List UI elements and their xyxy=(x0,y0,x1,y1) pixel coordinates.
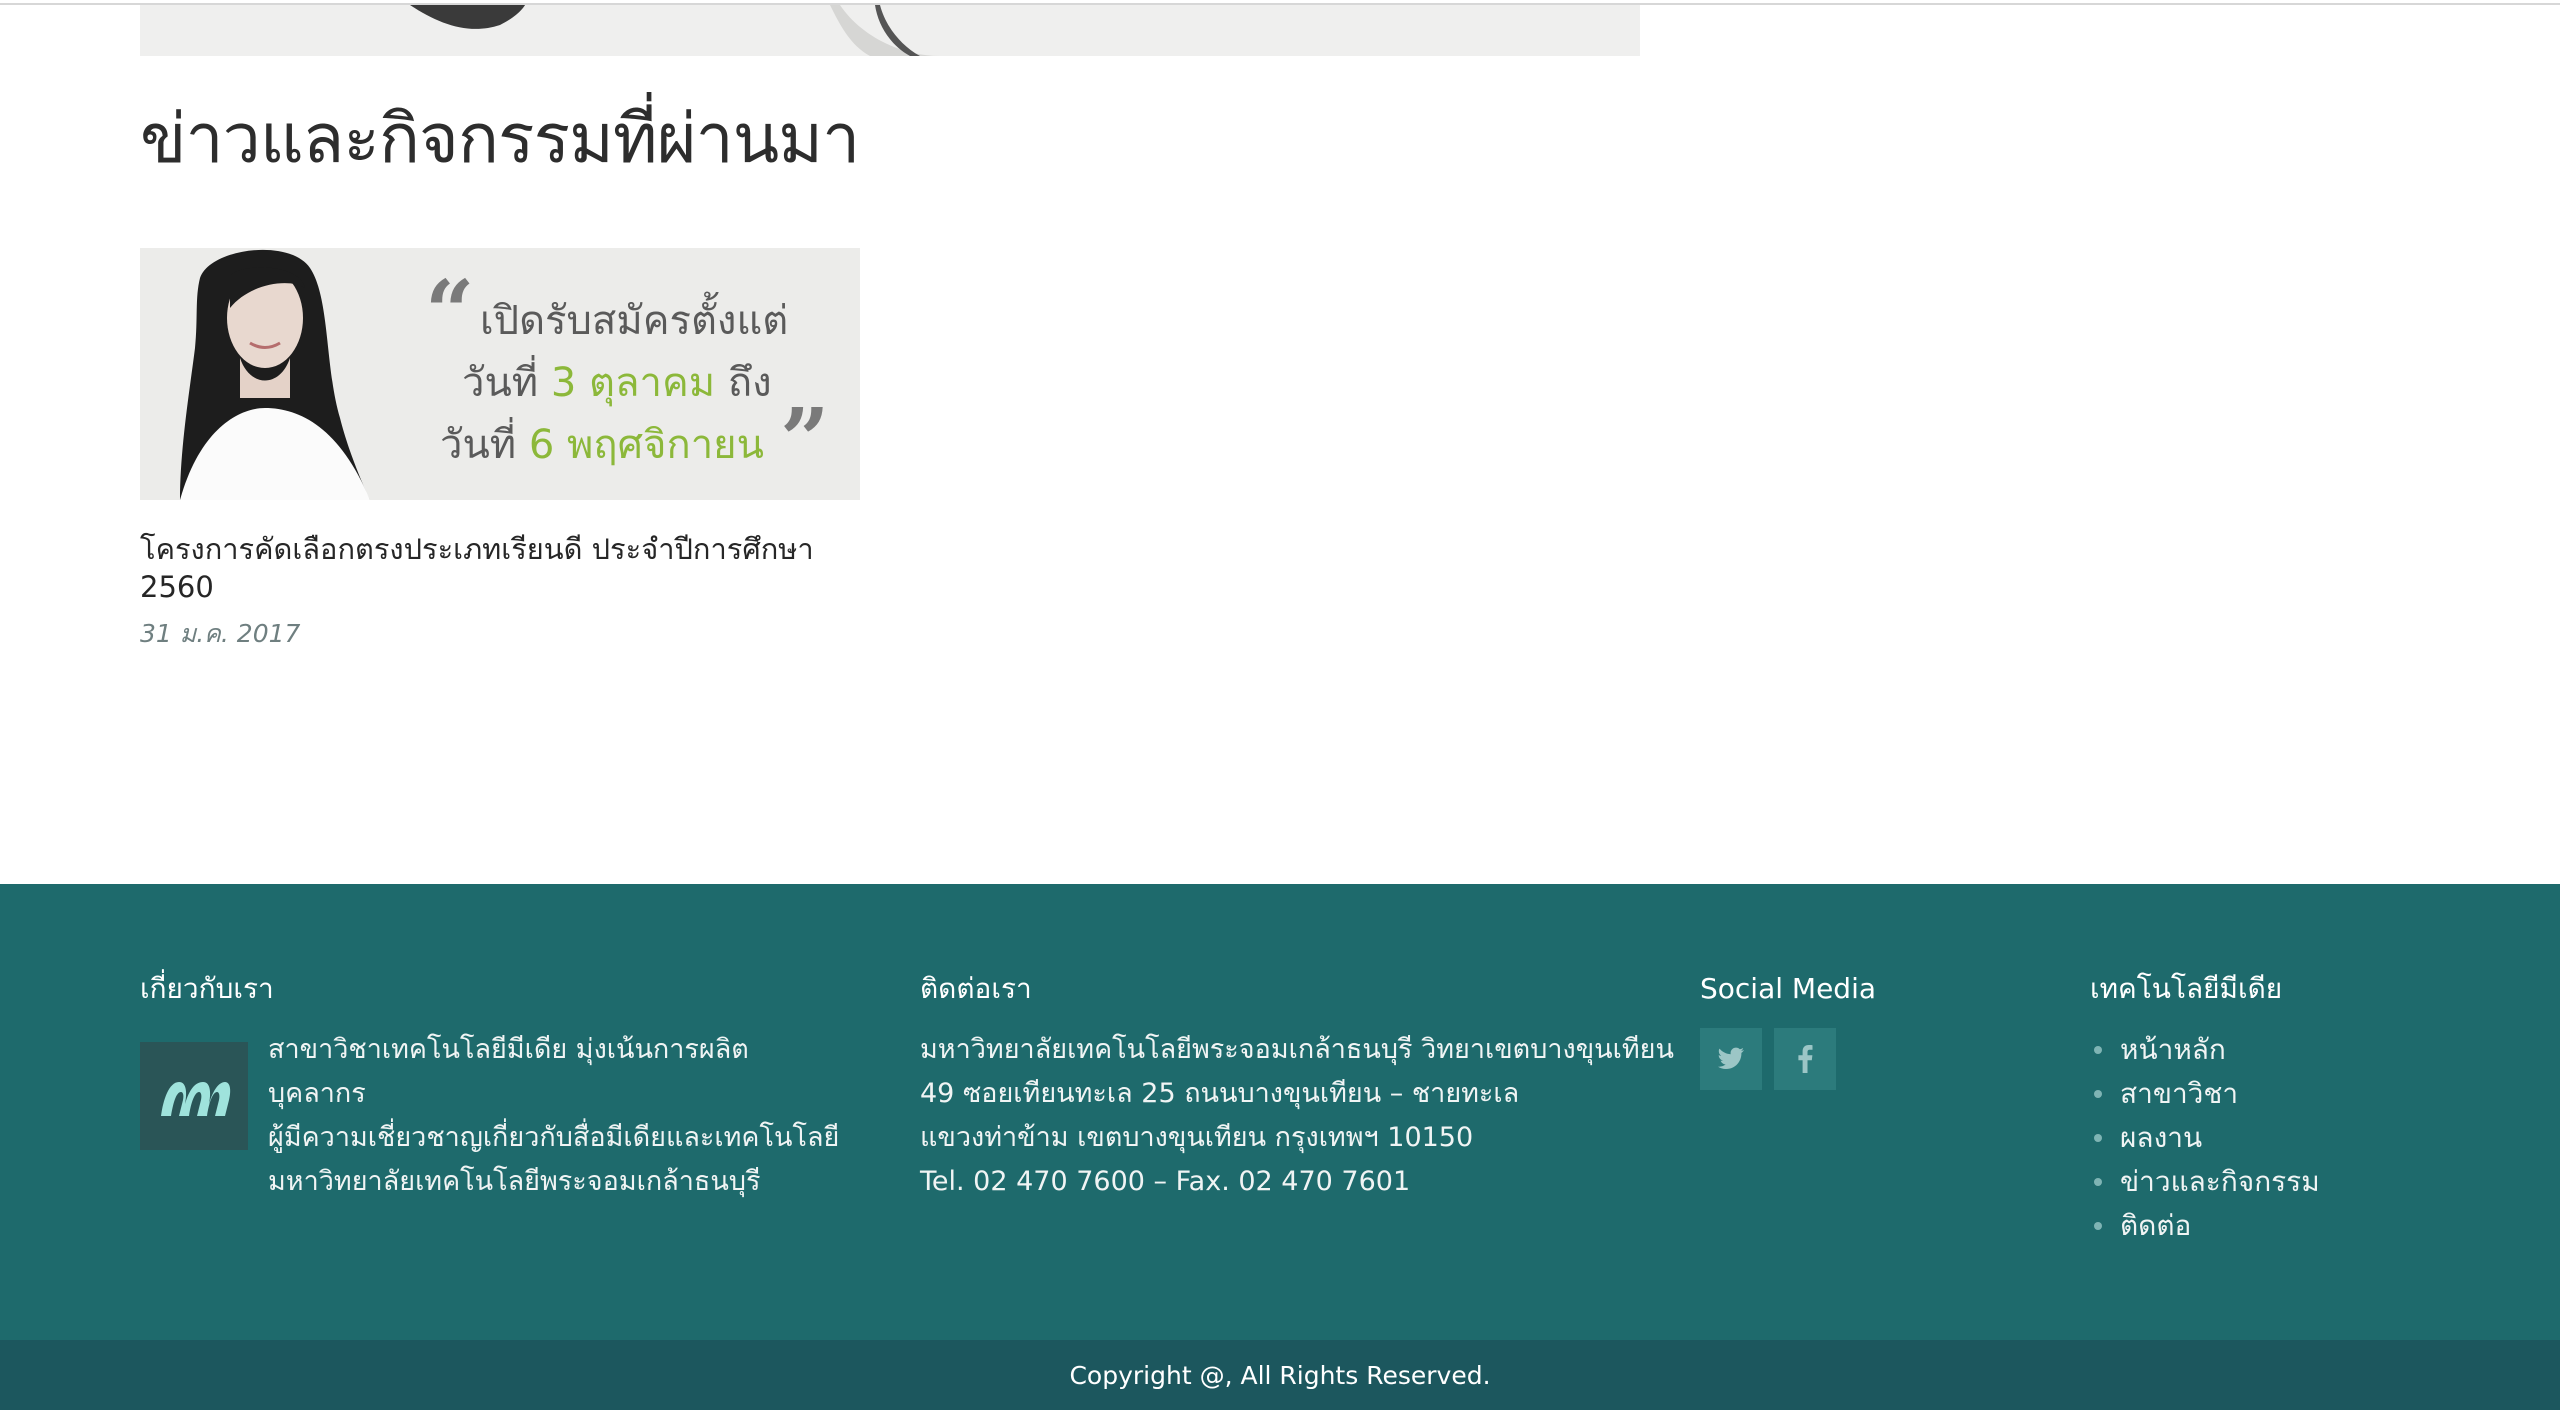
footer-link-programs[interactable]: สาขาวิชา xyxy=(2090,1072,2490,1116)
copyright-text: Copyright @, All Rights Reserved. xyxy=(1069,1360,1491,1390)
footer-link-works[interactable]: ผลงาน xyxy=(2090,1116,2490,1160)
facebook-button[interactable] xyxy=(1774,1028,1836,1090)
quote-open-icon: “ xyxy=(425,262,475,363)
student-photo xyxy=(140,248,440,500)
footer-links-heading: เทคโนโลยีมีเดีย xyxy=(2090,972,2283,1005)
footer-links: เทคโนโลยีมีเดีย หน้าหลัก สาขาวิชา ผลงาน … xyxy=(2090,970,2490,1248)
footer-social: Social Media xyxy=(1700,970,2000,1090)
promo-line-1: เปิดรับสมัครตั้งแต่ xyxy=(480,298,789,344)
contact-phone-fax: Tel. 02 470 7600 – Fax. 02 470 7601 xyxy=(920,1166,1411,1197)
footer-about-heading: เกี่ยวกับเรา xyxy=(140,972,274,1005)
promo-line-2: วันที่ 3 ตุลาคม ถึง xyxy=(462,360,772,406)
news-card[interactable]: “ เปิดรับสมัครตั้งแต่ วันที่ 3 ตุลาคม ถึ… xyxy=(140,248,860,654)
quote-close-icon: ” xyxy=(780,390,830,491)
promo-line-3: วันที่ 6 พฤศจิกายน xyxy=(440,422,764,468)
featured-image-graphic xyxy=(140,5,1640,56)
featured-image-partial[interactable] xyxy=(140,5,1640,56)
footer-link-news[interactable]: ข่าวและกิจกรรม xyxy=(2090,1160,2490,1204)
about-text-line: ผู้มีความเชี่ยวชาญเกี่ยวกับสื่อมีเดียและ… xyxy=(268,1122,840,1153)
footer-about: เกี่ยวกับเรา สาขาวิชาเทคโนโลยีมีเดีย มุ่… xyxy=(140,970,840,1204)
news-thumbnail[interactable]: “ เปิดรับสมัครตั้งแต่ วันที่ 3 ตุลาคม ถึ… xyxy=(140,248,860,500)
about-text-line: สาขาวิชาเทคโนโลยีมีเดีย มุ่งเน้นการผลิตบ… xyxy=(268,1034,749,1109)
contact-line: 49 ซอยเทียนทะเล 25 ถนนบางขุนเทียน – ชายท… xyxy=(920,1078,1520,1109)
news-date: 31 ม.ค. 2017 xyxy=(140,619,301,648)
about-text-line: มหาวิทยาลัยเทคโนโลยีพระจอมเกล้าธนบุรี xyxy=(268,1166,761,1197)
media-logo-icon xyxy=(140,1042,248,1150)
contact-line: แขวงท่าข้าม เขตบางขุนเทียน กรุงเทพฯ 1015… xyxy=(920,1122,1474,1153)
footer-contact: ติดต่อเรา มหาวิทยาลัยเทคโนโลยีพระจอมเกล้… xyxy=(920,970,1674,1204)
site-footer: เกี่ยวกับเรา สาขาวิชาเทคโนโลยีมีเดีย มุ่… xyxy=(0,884,2560,1340)
facebook-icon xyxy=(1798,1045,1813,1073)
footer-link-contact[interactable]: ติดต่อ xyxy=(2090,1204,2490,1248)
footer-link-home[interactable]: หน้าหลัก xyxy=(2090,1028,2490,1072)
section-title: ข่าวและกิจกรรมที่ผ่านมา xyxy=(140,100,860,179)
footer-social-heading: Social Media xyxy=(1700,972,1877,1005)
footer-contact-heading: ติดต่อเรา xyxy=(920,972,1032,1005)
copyright-bar: Copyright @, All Rights Reserved. xyxy=(0,1340,2560,1410)
news-title-link[interactable]: โครงการคัดเลือกตรงประเภทเรียนดี ประจำปีก… xyxy=(140,530,860,606)
twitter-button[interactable] xyxy=(1700,1028,1762,1090)
twitter-icon xyxy=(1717,1047,1744,1069)
contact-line: มหาวิทยาลัยเทคโนโลยีพระจอมเกล้าธนบุรี วิ… xyxy=(920,1034,1674,1065)
